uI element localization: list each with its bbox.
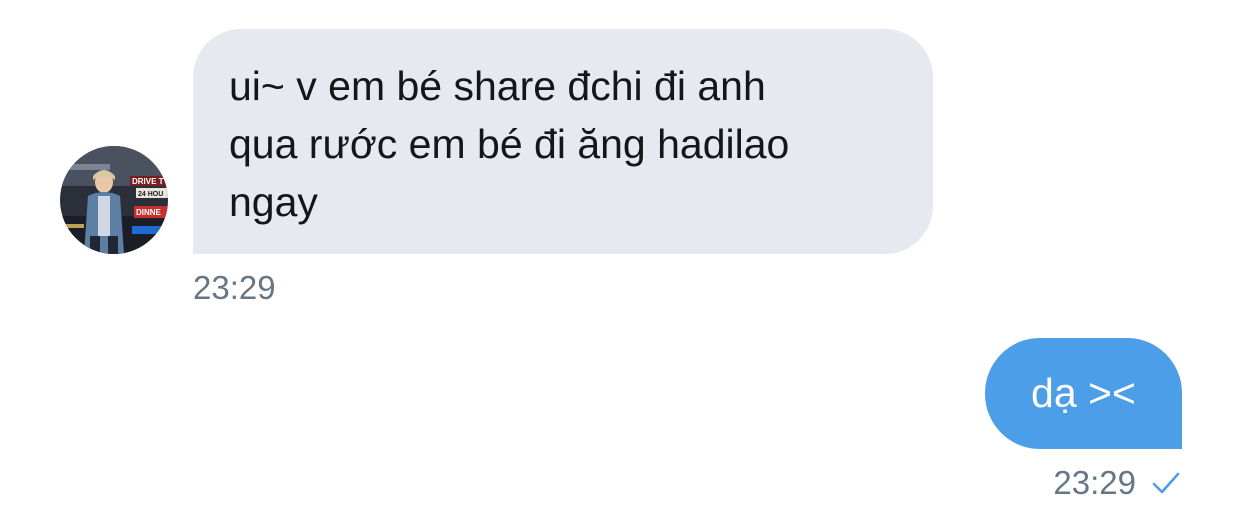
sign-text-2: 24 HOU [138,191,163,198]
outgoing-message-bubble[interactable]: dạ >< [985,338,1182,449]
check-icon [1152,471,1180,495]
incoming-message-bubble[interactable]: ui~ v em bé share đchi đi anh qua rước e… [193,29,933,254]
incoming-timestamp: 23:29 [193,269,276,306]
sign-text-1: DRIVE T [132,177,164,186]
message-line-3: ngay [229,179,318,225]
sign-text-3: DINNE [136,208,162,217]
outgoing-message-text: dạ >< [1031,370,1136,416]
avatar-photo: DRIVE T 24 HOU DINNE [60,146,168,254]
message-line-2: qua rước em bé đi ăng hadilao [229,121,790,167]
outgoing-timestamp: 23:29 [1053,464,1136,501]
outgoing-meta: 23:29 [1053,463,1180,503]
sender-avatar[interactable]: DRIVE T 24 HOU DINNE [60,146,168,254]
message-line-1: ui~ v em bé share đchi đi anh [229,63,766,109]
